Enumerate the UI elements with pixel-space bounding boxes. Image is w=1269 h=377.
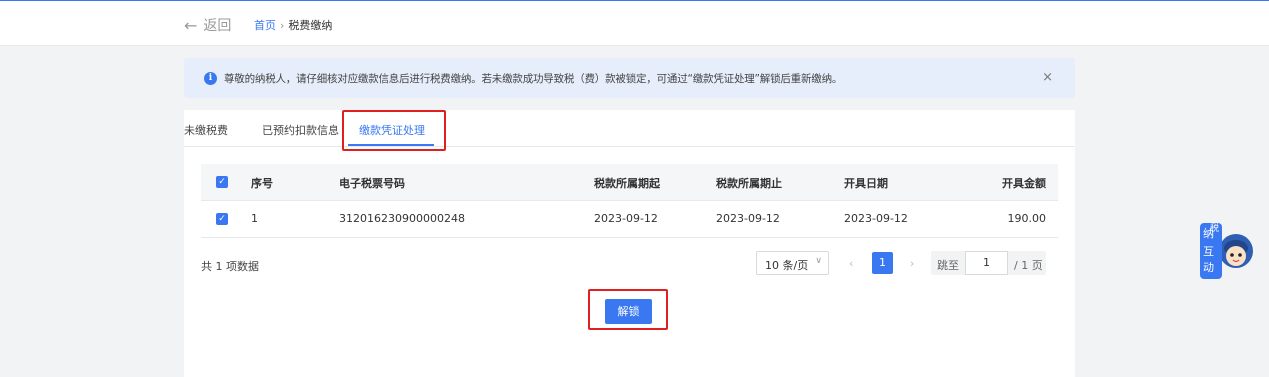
- tab-unpaid-taxes[interactable]: 未缴税费: [184, 122, 228, 138]
- assistant-char-2: 税: [1210, 222, 1219, 234]
- unlock-highlight-box: 解锁: [588, 289, 668, 330]
- breadcrumb-separator: ›: [280, 18, 285, 32]
- back-label: 返回: [203, 18, 232, 34]
- total-count: 共 1 项数据: [201, 260, 259, 273]
- tab-scheduled-deduction[interactable]: 已预约扣款信息: [262, 122, 339, 138]
- alert-message: 尊敬的纳税人，请仔细核对应缴款信息后进行税费缴纳。若未缴款成功导致税（费）款被锁…: [224, 72, 843, 85]
- column-header-no: 序号: [251, 177, 273, 190]
- breadcrumb-home-link[interactable]: 首页: [254, 17, 276, 33]
- page-size-select[interactable]: 10 条/页 ∨: [756, 251, 829, 275]
- unlock-button[interactable]: 解锁: [605, 299, 652, 324]
- column-header-period-start: 税款所属期起: [594, 177, 660, 190]
- row-no: 1: [251, 212, 258, 225]
- assistant-avatar-icon: 纳 税 互 动: [1200, 222, 1253, 279]
- tax-assistant-widget[interactable]: 纳 税 互 动: [1198, 221, 1254, 281]
- page-button-current[interactable]: 1: [872, 252, 893, 274]
- main-panel: 未缴税费 已预约扣款信息 缴款凭证处理 ✓ 序号 电子税票号码 税款所属期起 税…: [184, 110, 1075, 377]
- row-amount: 190.00: [1007, 212, 1047, 225]
- chevron-down-icon: ∨: [815, 256, 822, 266]
- select-all-checkbox[interactable]: ✓: [216, 176, 228, 188]
- page-header: ← 返回 首页 › 税费缴纳: [0, 1, 1269, 46]
- breadcrumb-current: 税费缴纳: [288, 19, 333, 32]
- row-period-end: 2023-09-12: [716, 212, 780, 225]
- total-pages: / 1 页: [1014, 259, 1043, 272]
- jump-label: 跳至: [937, 259, 959, 272]
- prev-page-icon[interactable]: ‹: [849, 257, 853, 270]
- assistant-char-4: 动: [1203, 261, 1214, 274]
- arrow-left-icon: ←: [184, 15, 198, 35]
- info-icon: i: [204, 71, 217, 85]
- active-tab-indicator: [348, 144, 434, 146]
- column-header-issue-date: 开具日期: [844, 177, 888, 190]
- voucher-table: ✓ 序号 电子税票号码 税款所属期起 税款所属期止 开具日期 开具金额 ✓ 1 …: [201, 164, 1058, 238]
- row-checkbox[interactable]: ✓: [216, 213, 228, 225]
- back-button[interactable]: ← 返回: [184, 15, 231, 35]
- tab-bar: 未缴税费 已预约扣款信息 缴款凭证处理: [184, 110, 1075, 147]
- next-page-icon[interactable]: ›: [910, 257, 914, 270]
- page-jumper: 跳至 1 / 1 页: [931, 251, 1046, 275]
- close-icon[interactable]: ×: [1042, 70, 1053, 85]
- info-alert: i 尊敬的纳税人，请仔细核对应缴款信息后进行税费缴纳。若未缴款成功导致税（费）款…: [184, 58, 1075, 98]
- page-size-value: 10 条/页: [765, 259, 809, 272]
- table-row[interactable]: ✓ 1 312016230900000248 2023-09-12 2023-0…: [201, 201, 1058, 238]
- row-code: 312016230900000248: [339, 212, 465, 225]
- breadcrumb: 首页 › 税费缴纳: [254, 17, 332, 33]
- assistant-char-3: 互: [1203, 245, 1214, 258]
- column-header-code: 电子税票号码: [339, 177, 405, 190]
- jump-page-input[interactable]: 1: [965, 251, 1008, 275]
- row-issue-date: 2023-09-12: [844, 212, 908, 225]
- tab-payment-voucher[interactable]: 缴款凭证处理: [359, 122, 425, 138]
- column-header-period-end: 税款所属期止: [716, 177, 782, 190]
- pagination-bar: 共 1 项数据 10 条/页 ∨ ‹ 1 › 跳至 1 / 1 页: [201, 248, 1058, 280]
- column-header-amount: 开具金额: [1002, 177, 1046, 190]
- table-header: ✓ 序号 电子税票号码 税款所属期起 税款所属期止 开具日期 开具金额: [201, 164, 1058, 201]
- row-period-start: 2023-09-12: [594, 212, 658, 225]
